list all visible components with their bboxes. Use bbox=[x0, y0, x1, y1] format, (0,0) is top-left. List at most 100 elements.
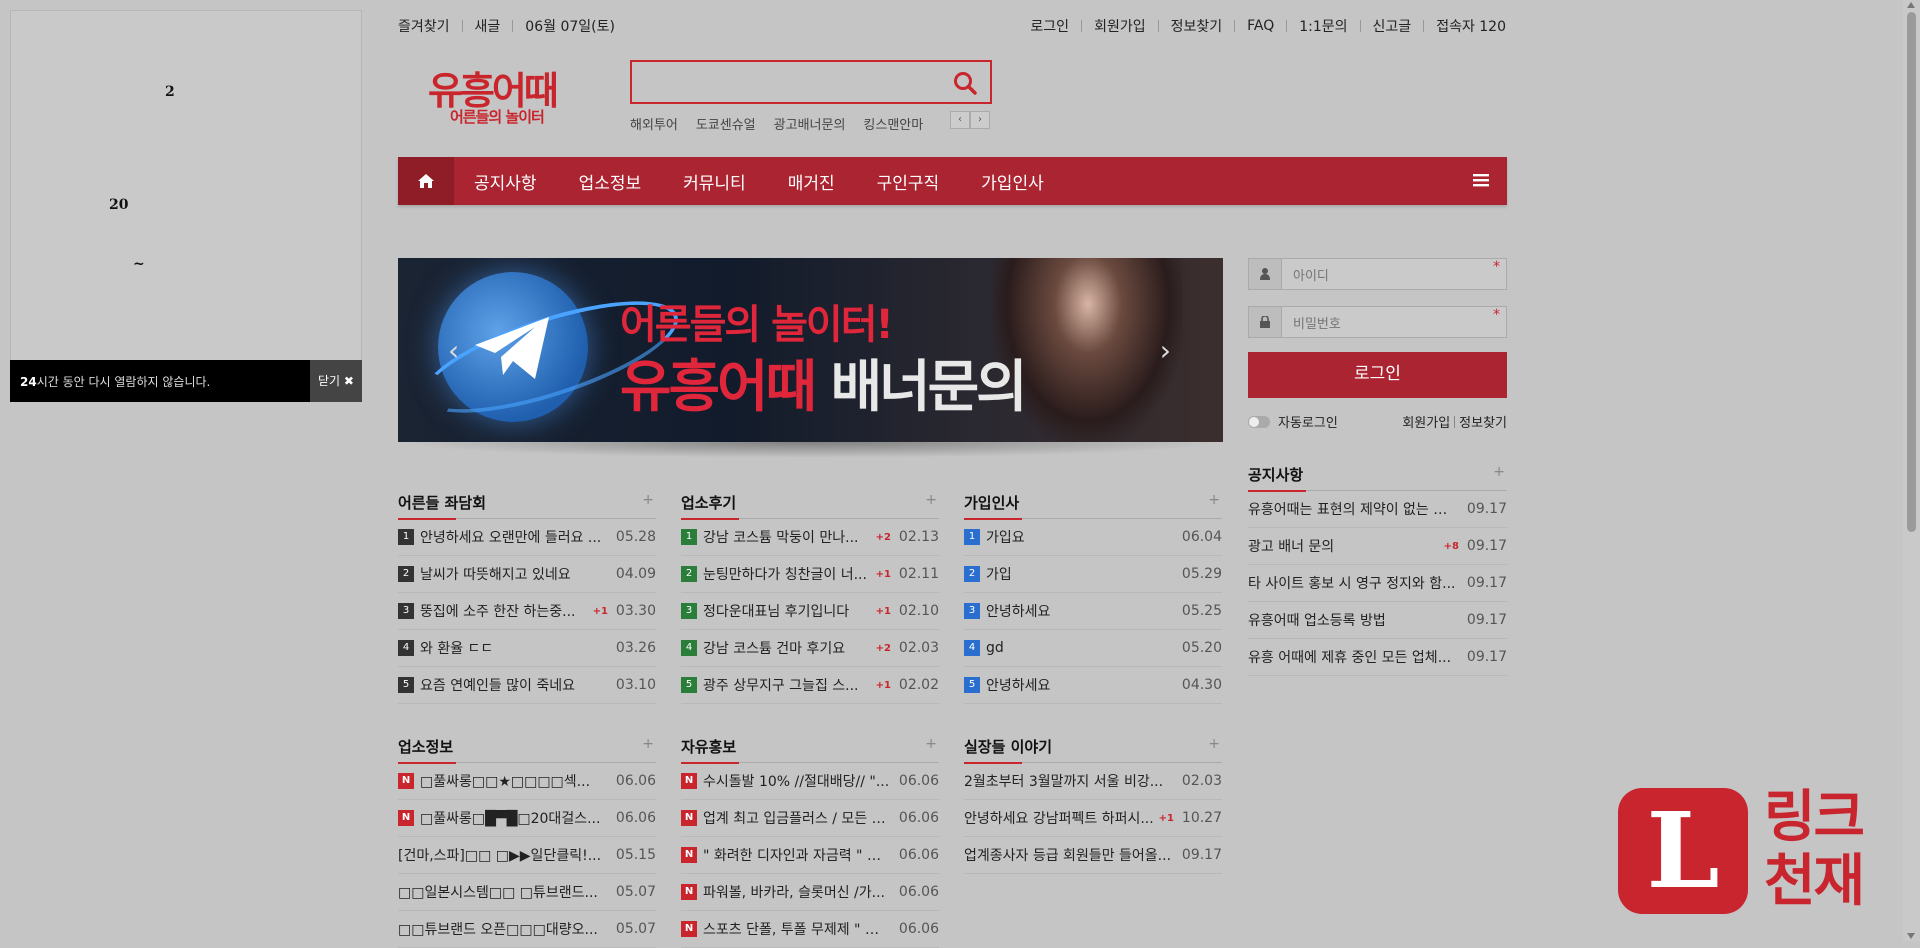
board-title[interactable]: 실장들 이야기 bbox=[964, 736, 1052, 764]
list-item[interactable]: N □풀싸롱□█▀█□20대걸스... 06.06 bbox=[398, 800, 656, 837]
more-icon[interactable]: + bbox=[1493, 464, 1505, 480]
more-icon[interactable]: + bbox=[925, 736, 937, 752]
login-link[interactable]: 로그인 bbox=[1030, 16, 1069, 36]
nav-jobs[interactable]: 구인구직 bbox=[877, 169, 940, 194]
post-title[interactable]: 파워볼, 바카라, 슬롯머신 /가... bbox=[703, 882, 891, 902]
visitors-link[interactable]: 접속자 120 bbox=[1436, 16, 1506, 36]
popup-hide-24h[interactable]: 24시간 동안 다시 열람하지 않습니다. bbox=[20, 373, 210, 390]
post-title[interactable]: □□일본시스템□□ □튜브랜드... bbox=[398, 882, 608, 902]
post-title[interactable]: " 화려한 디자인과 자금력 " 카... bbox=[703, 845, 891, 865]
post-title[interactable]: 안녕하세요 오랜만에 들러요 ... bbox=[420, 527, 608, 547]
post-title[interactable]: 수시돌발 10% //절대배당// "... bbox=[703, 771, 891, 791]
list-item[interactable]: 4 와 환율 ㄷㄷ 03.26 bbox=[398, 630, 656, 667]
list-item[interactable]: 타 사이트 홍보 시 영구 정지와 함... 09.17 bbox=[1248, 565, 1507, 602]
banner-prev-icon[interactable]: ‹ bbox=[448, 334, 459, 367]
post-title[interactable]: 뚱집에 소주 한잔 하는중... bbox=[420, 601, 589, 621]
post-title[interactable]: gd bbox=[986, 640, 1174, 656]
list-item[interactable]: 5 안녕하세요 04.30 bbox=[964, 667, 1222, 704]
list-item[interactable]: 안녕하세요 강남퍼펙트 하퍼시... +1 10.27 bbox=[964, 800, 1222, 837]
board-title[interactable]: 업소정보 bbox=[398, 736, 457, 764]
login-button[interactable]: 로그인 bbox=[1248, 352, 1507, 398]
list-item[interactable]: □□튜브랜드 오픈□□□대량오... 05.07 bbox=[398, 911, 656, 948]
list-item[interactable]: □□일본시스템□□ □튜브랜드... 05.07 bbox=[398, 874, 656, 911]
post-title[interactable]: 업계 최고 입금플러스 / 모든 게... bbox=[703, 808, 891, 828]
list-item[interactable]: N □풀싸롱□□★□□□□섹... 06.06 bbox=[398, 763, 656, 800]
list-item[interactable]: 2월초부터 3월말까지 서울 비강... 02.03 bbox=[964, 763, 1222, 800]
post-title[interactable]: 스포츠 단폴, 투폴 무제제 " 승... bbox=[703, 919, 891, 939]
list-item[interactable]: 3 안녕하세요 05.25 bbox=[964, 593, 1222, 630]
list-item[interactable]: 4 강남 코스튬 건마 후기요 +2 02.03 bbox=[681, 630, 939, 667]
auto-login-toggle[interactable] bbox=[1248, 415, 1270, 428]
scroll-up-icon[interactable] bbox=[1907, 2, 1915, 8]
report-link[interactable]: 신고글 bbox=[1373, 16, 1412, 36]
scroll-thumb[interactable] bbox=[1907, 12, 1916, 532]
new-posts-link[interactable]: 새글 bbox=[475, 16, 501, 36]
notice-title[interactable]: 유흥어때는 표현의 제약이 없는 자... bbox=[1248, 499, 1459, 519]
post-title[interactable]: 가입 bbox=[986, 564, 1174, 584]
post-title[interactable]: 업계종사자 등급 회원들만 들어올... bbox=[964, 845, 1174, 865]
banner-next-icon[interactable]: › bbox=[1160, 334, 1171, 367]
id-input[interactable] bbox=[1291, 259, 1495, 291]
board-title[interactable]: 자유홍보 bbox=[681, 736, 740, 764]
page-scrollbar[interactable] bbox=[1903, 0, 1920, 941]
chevron-left-icon[interactable]: ‹ bbox=[950, 111, 970, 129]
board-title[interactable]: 업소후기 bbox=[681, 492, 740, 520]
post-title[interactable]: 안녕하세요 bbox=[986, 601, 1174, 621]
list-item[interactable]: N 파워볼, 바카라, 슬롯머신 /가... 06.06 bbox=[681, 874, 939, 911]
post-title[interactable]: 안녕하세요 bbox=[986, 675, 1174, 695]
hamburger-menu-icon[interactable] bbox=[1473, 172, 1489, 191]
post-title[interactable]: 눈팅만하다가 칭찬글이 너... bbox=[703, 564, 872, 584]
bookmark-link[interactable]: 즐겨찾기 bbox=[398, 16, 450, 36]
auto-login-label[interactable]: 자동로그인 bbox=[1278, 412, 1338, 431]
post-title[interactable]: 강남 코스튬 막둥이 만나... bbox=[703, 527, 872, 547]
list-item[interactable]: 유흥 어때에 제휴 중인 모든 업체... 09.17 bbox=[1248, 639, 1507, 676]
site-logo[interactable]: 유흥어때 어른들의 놀이터 bbox=[428, 72, 588, 134]
search-tag[interactable]: 도쿄센슈얼 bbox=[696, 114, 756, 133]
post-title[interactable]: 요즘 연예인들 많이 죽네요 bbox=[420, 675, 608, 695]
post-title[interactable]: 안녕하세요 강남퍼펙트 하퍼시... bbox=[964, 808, 1155, 828]
notice-title[interactable]: 유흥어때 업소등록 방법 bbox=[1248, 610, 1459, 630]
post-title[interactable]: 와 환율 ㄷㄷ bbox=[420, 638, 608, 658]
board-title[interactable]: 가입인사 bbox=[964, 492, 1023, 520]
post-title[interactable]: [건마,스파]□□ □▶▶일단클릭!... bbox=[398, 845, 608, 865]
notice-title[interactable]: 광고 배너 문의 bbox=[1248, 536, 1440, 556]
list-item[interactable]: 3 뚱집에 소주 한잔 하는중... +1 03.30 bbox=[398, 593, 656, 630]
password-input[interactable] bbox=[1291, 307, 1495, 339]
inquiry-link[interactable]: 1:1문의 bbox=[1299, 16, 1347, 36]
join-link[interactable]: 회원가입 bbox=[1402, 412, 1450, 431]
main-banner[interactable]: 어른들의 놀이터! 유흥어때 배너문의 ‹ › bbox=[398, 258, 1223, 442]
post-title[interactable]: 광주 상무지구 그늘집 스... bbox=[703, 675, 872, 695]
search-tag[interactable]: 광고배너문의 bbox=[774, 114, 846, 133]
list-item[interactable]: 4 gd 05.20 bbox=[964, 630, 1222, 667]
post-title[interactable]: 2월초부터 3월말까지 서울 비강... bbox=[964, 771, 1174, 791]
list-item[interactable]: 광고 배너 문의 +8 09.17 bbox=[1248, 528, 1507, 565]
search-input[interactable] bbox=[632, 62, 952, 100]
search-icon[interactable] bbox=[952, 70, 978, 96]
list-item[interactable]: N 업계 최고 입금플러스 / 모든 게... 06.06 bbox=[681, 800, 939, 837]
more-icon[interactable]: + bbox=[925, 492, 937, 508]
post-title[interactable]: □풀싸롱□□★□□□□섹... bbox=[420, 771, 608, 791]
search-tag[interactable]: 킹스맨안마 bbox=[863, 114, 923, 133]
board-title[interactable]: 공지사항 bbox=[1248, 464, 1307, 492]
nav-community[interactable]: 커뮤니티 bbox=[683, 169, 746, 194]
list-item[interactable]: 업계종사자 등급 회원들만 들어올... 09.17 bbox=[964, 837, 1222, 874]
list-item[interactable]: 1 안녕하세요 오랜만에 들러요 ... 05.28 bbox=[398, 519, 656, 556]
home-button[interactable] bbox=[398, 157, 454, 205]
register-link[interactable]: 회원가입 bbox=[1094, 16, 1146, 36]
notice-title[interactable]: 타 사이트 홍보 시 영구 정지와 함... bbox=[1248, 573, 1459, 593]
popup-close-button[interactable]: 닫기 ✖ bbox=[310, 360, 362, 402]
faq-link[interactable]: FAQ bbox=[1247, 18, 1274, 34]
board-title[interactable]: 어른들 좌담회 bbox=[398, 492, 486, 520]
list-item[interactable]: 2 가입 05.29 bbox=[964, 556, 1222, 593]
post-title[interactable]: 강남 코스튬 건마 후기요 bbox=[703, 638, 872, 658]
find-info-link[interactable]: 정보찾기 bbox=[1171, 16, 1223, 36]
more-icon[interactable]: + bbox=[1208, 492, 1220, 508]
post-title[interactable]: □풀싸롱□█▀█□20대걸스... bbox=[420, 808, 608, 828]
list-item[interactable]: 3 정다운대표님 후기입니다 +1 02.10 bbox=[681, 593, 939, 630]
nav-shop-info[interactable]: 업소정보 bbox=[579, 169, 642, 194]
post-title[interactable]: 날씨가 따뜻해지고 있네요 bbox=[420, 564, 608, 584]
list-item[interactable]: 1 강남 코스튬 막둥이 만나... +2 02.13 bbox=[681, 519, 939, 556]
nav-magazine[interactable]: 매거진 bbox=[788, 169, 835, 194]
list-item[interactable]: N 스포츠 단폴, 투폴 무제제 " 승... 06.06 bbox=[681, 911, 939, 948]
list-item[interactable]: 2 날씨가 따뜻해지고 있네요 04.09 bbox=[398, 556, 656, 593]
